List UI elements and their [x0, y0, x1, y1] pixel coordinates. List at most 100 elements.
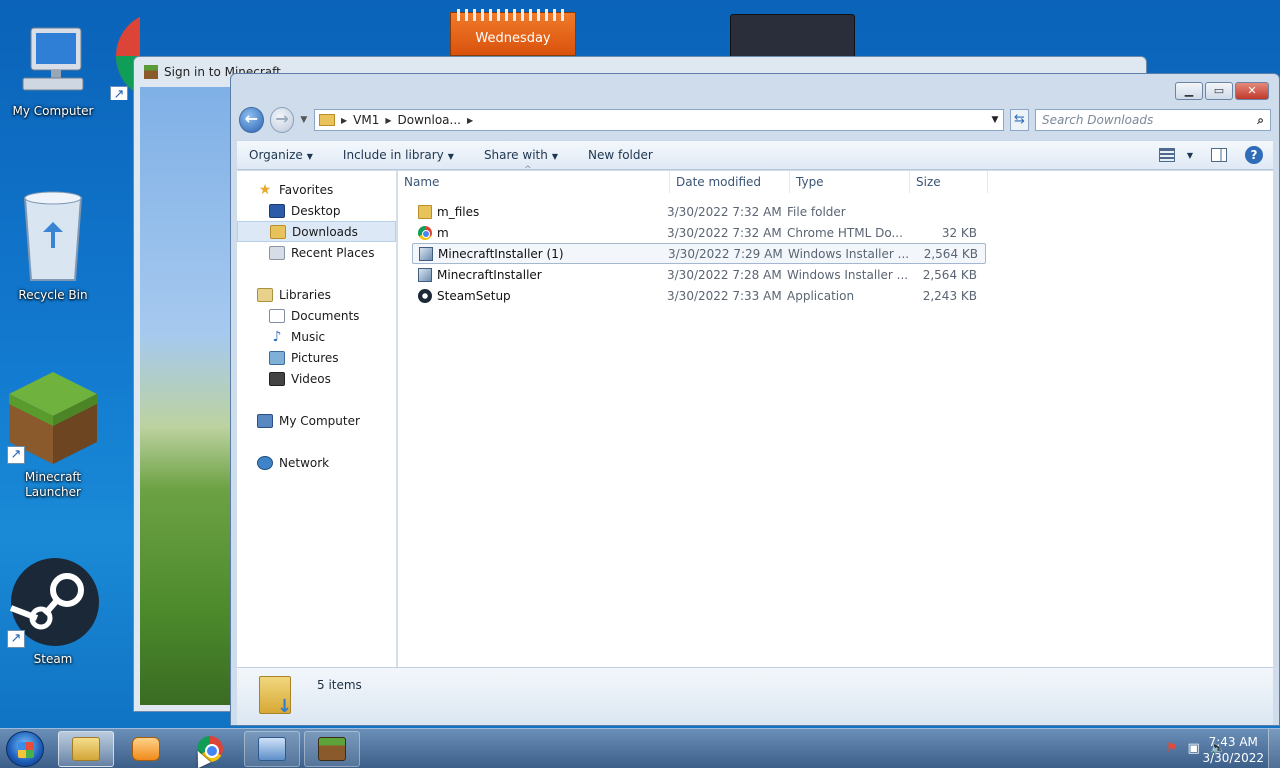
desktop-icon-label: My Computer: [12, 104, 94, 118]
close-button[interactable]: ✕: [1235, 82, 1269, 100]
new-folder-button[interactable]: New folder: [588, 148, 653, 162]
explorer-window[interactable]: ▁ ▭ ✕ ← → ▼ ▶ VM1 ▶ Downloa... ▶ ▼ ⇆ Sea…: [230, 73, 1280, 726]
show-desktop-button[interactable]: [1268, 729, 1280, 768]
address-row: ← → ▼ ▶ VM1 ▶ Downloa... ▶ ▼ ⇆ Search Do…: [239, 107, 1271, 133]
organize-button[interactable]: Organize ▼: [249, 148, 313, 162]
steam-icon: [418, 288, 432, 303]
network-status-icon[interactable]: ▣: [1188, 741, 1200, 756]
change-view-button[interactable]: ▼: [1158, 148, 1193, 162]
action-center-flag-icon[interactable]: ⚑: [1166, 741, 1178, 756]
folder-icon: [418, 204, 432, 219]
shortcut-arrow-icon: ↗: [110, 86, 128, 100]
nav-favorites[interactable]: ★ Favorites: [237, 179, 396, 200]
nav-pictures[interactable]: Pictures: [237, 347, 396, 368]
shortcut-arrow-icon: ↗: [7, 446, 25, 464]
chevron-right-icon[interactable]: ▶: [385, 116, 391, 125]
column-size[interactable]: Size: [910, 171, 988, 193]
table-row[interactable]: MinecraftInstaller (1) 3/30/2022 7:29 AM…: [412, 243, 986, 264]
nav-downloads[interactable]: Downloads: [237, 221, 396, 242]
clock[interactable]: 7:43 AM 3/30/2022: [1202, 734, 1264, 766]
chrome-icon: [418, 225, 432, 240]
column-headers: Name Date modified Type Size: [398, 165, 1158, 193]
installer-icon: [418, 267, 432, 282]
taskbar-explorer[interactable]: [58, 731, 114, 767]
column-name[interactable]: Name: [398, 165, 670, 193]
search-icon[interactable]: ⌕: [1257, 113, 1264, 128]
taskbar-minecraft[interactable]: [304, 731, 360, 767]
nav-recent-places[interactable]: Recent Places: [237, 242, 396, 263]
nav-music[interactable]: ♪ Music: [237, 326, 396, 347]
nav-libraries[interactable]: Libraries: [237, 284, 396, 305]
desktop-icon-steam[interactable]: ↗ Steam: [5, 556, 101, 667]
network-icon: [257, 455, 273, 470]
maximize-button[interactable]: ▭: [1205, 82, 1233, 100]
table-row[interactable]: MinecraftInstaller 3/30/2022 7:28 AM Win…: [412, 264, 986, 285]
network-settings-icon: [258, 737, 286, 761]
libraries-icon: [257, 287, 273, 302]
desktop-icon-recycle-bin[interactable]: Recycle Bin: [5, 188, 101, 303]
desktop-icon-label: Steam: [33, 652, 73, 666]
nav-videos[interactable]: Videos: [237, 368, 396, 389]
column-type[interactable]: Type: [790, 171, 910, 193]
table-row[interactable]: m_files 3/30/2022 7:32 AM File folder: [412, 201, 986, 222]
minecraft-artwork: [140, 87, 232, 705]
share-with-button[interactable]: Share with ▼: [484, 148, 558, 162]
calendar-gadget[interactable]: Wednesday: [450, 9, 576, 56]
back-button[interactable]: ←: [239, 107, 264, 133]
star-icon: ★: [258, 181, 272, 198]
include-in-library-button[interactable]: Include in library ▼: [343, 148, 454, 162]
preview-pane-icon[interactable]: [1211, 148, 1227, 162]
recycle-bin-icon: [15, 188, 91, 284]
navigation-pane: ★ Favorites Desktop Downloads Recent Plac…: [237, 171, 397, 667]
view-list-icon: [1158, 148, 1175, 162]
desktop-icon-my-computer[interactable]: My Computer: [5, 24, 101, 119]
search-input[interactable]: Search Downloads ⌕: [1035, 109, 1271, 131]
desktop-icon-label: Minecraft Launcher: [24, 470, 82, 499]
recent-places-icon: [269, 245, 285, 260]
address-dropdown[interactable]: ▼: [987, 115, 1003, 125]
shortcut-arrow-icon: ↗: [7, 630, 25, 648]
desktop-gadget[interactable]: [730, 14, 855, 58]
table-row[interactable]: SteamSetup 3/30/2022 7:33 AM Application…: [412, 285, 986, 306]
steam-icon: ↗: [7, 556, 99, 648]
minecraft-icon: ↗: [7, 370, 99, 466]
desktop-icon-minecraft-launcher[interactable]: ↗ Minecraft Launcher: [5, 370, 101, 500]
window-controls: ▁ ▭ ✕: [1175, 82, 1269, 100]
details-pane: ↓ 5 items: [237, 667, 1273, 725]
breadcrumb-downloads[interactable]: Downloa...: [397, 113, 460, 127]
recent-pages-dropdown[interactable]: ▼: [300, 115, 308, 125]
taskbar-media-player[interactable]: [118, 731, 174, 767]
media-player-icon: [132, 737, 160, 761]
nav-network[interactable]: Network: [237, 452, 396, 473]
chevron-right-icon[interactable]: ▶: [341, 116, 347, 125]
chevron-right-icon[interactable]: ▶: [467, 116, 473, 125]
taskbar: ⚑ ▣ 🔈 7:43 AM 3/30/2022: [0, 728, 1280, 768]
column-date-modified[interactable]: Date modified: [670, 171, 790, 193]
installer-icon: [419, 246, 433, 261]
desktop-icon-label: Recycle Bin: [18, 288, 88, 302]
minimize-button[interactable]: ▁: [1175, 82, 1203, 100]
help-icon[interactable]: ?: [1245, 146, 1263, 164]
table-row[interactable]: m 3/30/2022 7:32 AM Chrome HTML Do... 32…: [412, 222, 986, 243]
minecraft-icon: [318, 737, 346, 761]
nav-documents[interactable]: Documents: [237, 305, 396, 326]
downloads-folder-icon: [270, 224, 286, 239]
nav-desktop[interactable]: Desktop: [237, 200, 396, 221]
music-icon: ♪: [272, 328, 282, 345]
item-count: 5 items: [317, 678, 362, 692]
file-list[interactable]: Name Date modified Type Size m_files 3/3…: [398, 165, 1273, 667]
pictures-icon: [269, 350, 285, 365]
address-bar[interactable]: ▶ VM1 ▶ Downloa... ▶ ▼: [313, 109, 1004, 131]
breadcrumb-vm1[interactable]: VM1: [353, 113, 379, 127]
computer-icon: [17, 24, 89, 100]
refresh-button[interactable]: ⇆: [1009, 109, 1029, 131]
nav-my-computer[interactable]: My Computer: [237, 410, 396, 431]
desktop-icon: [269, 203, 285, 218]
forward-button[interactable]: →: [269, 107, 295, 133]
calendar-day: Wednesday: [475, 31, 551, 46]
minecraft-icon: [144, 65, 158, 79]
videos-icon: [269, 371, 285, 386]
taskbar-network-app[interactable]: [244, 731, 300, 767]
start-button[interactable]: [6, 731, 44, 767]
folder-icon: [318, 114, 335, 126]
